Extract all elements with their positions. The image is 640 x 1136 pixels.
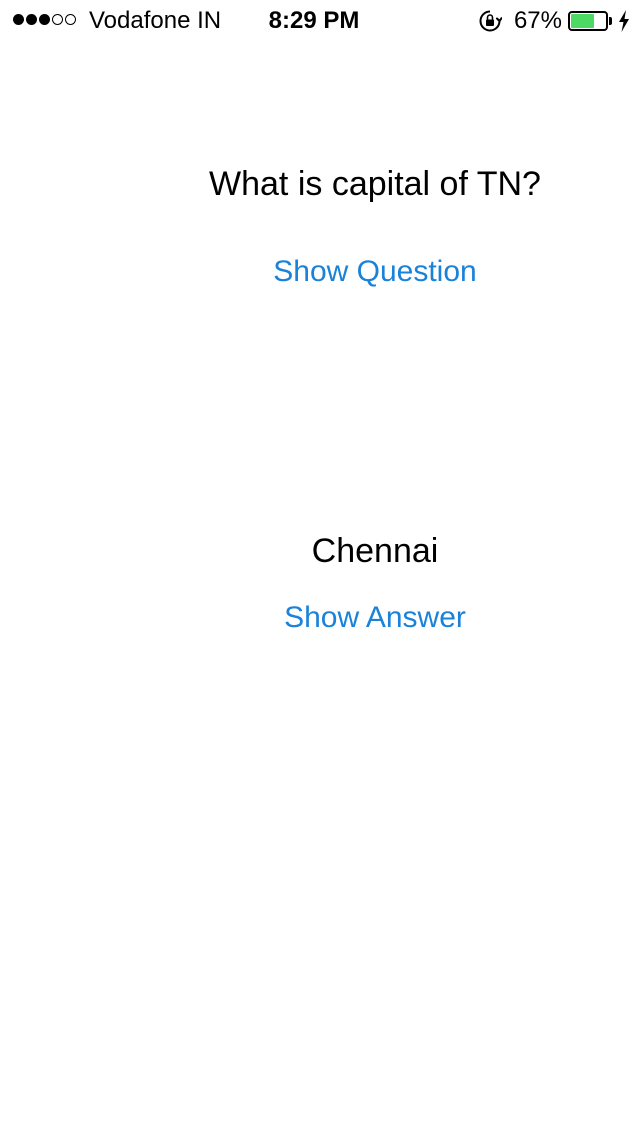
app-screen: Vodafone IN 8:29 PM 67% What is capital … (0, 0, 640, 1136)
status-bar: Vodafone IN 8:29 PM 67% (0, 0, 640, 40)
show-answer-button[interactable]: Show Answer (110, 599, 640, 637)
battery-level-fill (571, 14, 594, 28)
answer-label: Chennai (311, 532, 439, 570)
charging-bolt-icon (619, 10, 629, 32)
battery-percent: 67% (513, 7, 562, 34)
status-right-group: 67% (478, 7, 630, 34)
battery-icon (568, 11, 612, 31)
question-label: What is capital of TN? (209, 165, 541, 203)
show-question-button[interactable]: Show Question (110, 253, 640, 291)
orientation-lock-icon (479, 10, 502, 32)
